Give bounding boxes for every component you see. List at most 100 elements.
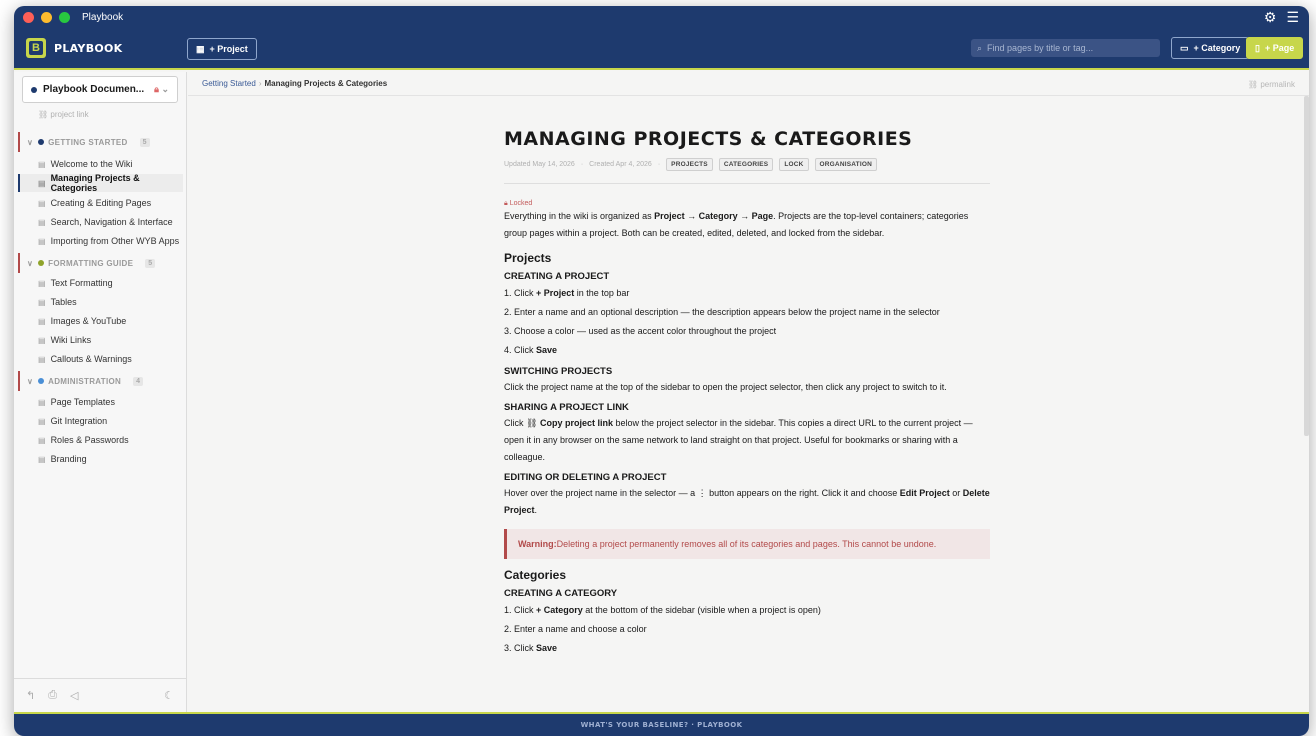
sidebar-item-git-integration[interactable]: ▤ Git Integration bbox=[38, 414, 107, 428]
switching-paragraph: Click the project name at the top of the… bbox=[504, 382, 947, 392]
heading-categories: Categories bbox=[504, 568, 567, 582]
sidebar-item-welcome[interactable]: ▤ Welcome to the Wiki bbox=[38, 157, 132, 171]
document-icon: ▤ bbox=[38, 297, 46, 307]
sidebar-item-text-formatting[interactable]: ▤ Text Formatting bbox=[38, 276, 113, 290]
sidebar-item-branding[interactable]: ▤ Branding bbox=[38, 452, 87, 466]
breadcrumb-parent[interactable]: Getting Started bbox=[202, 79, 256, 88]
document-icon: ▤ bbox=[38, 316, 46, 326]
sidebar-item-managing-projects[interactable]: ▤ Managing Projects & Categories bbox=[18, 173, 183, 193]
page-title: MANAGING PROJECTS & CATEGORIES bbox=[504, 128, 913, 150]
sidebar-item-page-templates[interactable]: ▤ Page Templates bbox=[38, 395, 115, 409]
heading-switching-projects: SWITCHING PROJECTS bbox=[504, 366, 613, 377]
divider bbox=[504, 183, 990, 184]
document-icon: ▤ bbox=[38, 435, 46, 445]
main-content: Getting Started › Managing Projects & Ca… bbox=[188, 72, 1309, 712]
link-icon: ⛓ bbox=[38, 110, 49, 119]
category-getting-started[interactable]: ∨ GETTING STARTED 5 bbox=[18, 132, 184, 152]
warning-callout: Warning: Deleting a project permanently … bbox=[504, 529, 990, 559]
category-color-dot bbox=[38, 139, 45, 145]
new-page-button[interactable]: ▯ + Page bbox=[1246, 37, 1304, 59]
copy-project-link[interactable]: ⛓ project link bbox=[38, 110, 89, 119]
app-header: B PLAYBOOK ▦ + Project ⌕ Find pages by t… bbox=[14, 28, 1309, 70]
heading-projects: Projects bbox=[504, 251, 552, 265]
back-icon[interactable]: ↰ bbox=[26, 689, 35, 702]
tag-lock[interactable]: LOCK bbox=[779, 158, 809, 171]
heading-creating-project: CREATING A PROJECT bbox=[504, 271, 610, 282]
project-color-dot bbox=[31, 86, 37, 93]
sidebar-item-wiki-links[interactable]: ▤ Wiki Links bbox=[38, 333, 91, 347]
page-icon: ▯ bbox=[1255, 42, 1260, 53]
breadcrumb: Getting Started › Managing Projects & Ca… bbox=[188, 72, 1309, 96]
tag-projects[interactable]: PROJECTS bbox=[666, 158, 713, 171]
sidebar-item-roles-passwords[interactable]: ▤ Roles & Passwords bbox=[38, 433, 129, 447]
lock-icon: 🔒︎ bbox=[154, 84, 159, 94]
title-bar: Playbook ⚙ ☰ bbox=[14, 6, 1309, 28]
heading-creating-category: CREATING A CATEGORY bbox=[504, 588, 618, 599]
breadcrumb-current: Managing Projects & Categories bbox=[264, 79, 388, 88]
lock-icon: 🔒︎ bbox=[504, 200, 508, 207]
document-icon: ▤ bbox=[38, 397, 46, 407]
extensions-icon[interactable]: ⚙ bbox=[1264, 9, 1277, 26]
logo-text: PLAYBOOK bbox=[54, 41, 123, 55]
document-icon: ▤ bbox=[38, 278, 46, 288]
list-item: 3. Click Save bbox=[504, 643, 558, 653]
minimize-window-button[interactable] bbox=[41, 11, 52, 23]
send-icon[interactable]: ◁ bbox=[70, 689, 78, 702]
list-item: 1. Click + Project in the top bar bbox=[504, 288, 630, 298]
sidebar-item-creating-pages[interactable]: ▤ Creating & Editing Pages bbox=[38, 196, 151, 210]
chevron-down-icon: ∨ bbox=[27, 376, 34, 386]
document-icon: ▤ bbox=[38, 416, 46, 426]
category-count: 4 bbox=[133, 376, 144, 386]
app-logo[interactable]: B PLAYBOOK bbox=[26, 38, 123, 58]
article: MANAGING PROJECTS & CATEGORIES Updated M… bbox=[504, 128, 990, 658]
sidebar-item-tables[interactable]: ▤ Tables bbox=[38, 295, 77, 309]
document-icon: ▤ bbox=[38, 159, 46, 169]
document-icon: ▤ bbox=[38, 236, 46, 246]
menu-icon[interactable]: ☰ bbox=[1286, 9, 1299, 26]
document-icon: ▤ bbox=[38, 178, 46, 188]
category-color-dot bbox=[38, 260, 45, 266]
sidebar-item-search-navigation[interactable]: ▤ Search, Navigation & Interface bbox=[38, 215, 173, 229]
heading-editing-deleting: EDITING OR DELETING A PROJECT bbox=[504, 472, 667, 483]
document-icon: ▤ bbox=[38, 354, 46, 364]
tag-organisation[interactable]: ORGANISATION bbox=[814, 158, 878, 171]
sidebar-item-images-youtube[interactable]: ▤ Images & YouTube bbox=[38, 314, 126, 328]
document-icon: ▤ bbox=[38, 335, 46, 345]
dark-mode-icon[interactable]: ☾ bbox=[164, 689, 174, 702]
folder-icon: ▭ bbox=[1180, 42, 1189, 53]
app-footer: WHAT'S YOUR BASELINE? · PLAYBOOK bbox=[14, 712, 1309, 736]
new-project-button[interactable]: ▦ + Project bbox=[187, 38, 257, 60]
scrollbar[interactable] bbox=[1304, 96, 1309, 436]
close-window-button[interactable] bbox=[23, 11, 34, 23]
project-selector[interactable]: Playbook Documen... 🔒︎ ⌄ bbox=[22, 76, 178, 103]
category-count: 5 bbox=[139, 137, 150, 147]
category-administration[interactable]: ∨ ADMINISTRATION 4 bbox=[18, 371, 184, 391]
sidebar-footer: ↰ ⎙ ◁ ☾ bbox=[14, 678, 186, 712]
project-name: Playbook Documen... bbox=[43, 84, 145, 95]
list-item: 2. Enter a name and an optional descript… bbox=[504, 307, 940, 317]
sidebar-item-importing[interactable]: ▤ Importing from Other WYB Apps bbox=[38, 234, 179, 248]
document-icon: ▤ bbox=[38, 217, 46, 227]
document-icon: ▤ bbox=[38, 454, 46, 464]
new-category-button[interactable]: ▭ + Category bbox=[1171, 37, 1250, 59]
page-meta: Updated May 14, 2026 · Created Apr 4, 20… bbox=[504, 158, 990, 171]
chevron-down-icon: ⌄ bbox=[161, 84, 169, 94]
creating-category-steps: 1. Click + Category at the bottom of the… bbox=[504, 601, 990, 658]
link-icon: ⛓ bbox=[526, 418, 538, 428]
search-input[interactable]: ⌕ Find pages by title or tag... bbox=[971, 39, 1160, 57]
chevron-down-icon: ∨ bbox=[27, 258, 34, 268]
tag-categories[interactable]: CATEGORIES bbox=[718, 158, 774, 171]
category-formatting-guide[interactable]: ∨ FORMATTING GUIDE 5 bbox=[18, 253, 184, 273]
list-item: 1. Click + Category at the bottom of the… bbox=[504, 605, 821, 615]
maximize-window-button[interactable] bbox=[59, 11, 70, 23]
heading-sharing-link: SHARING A PROJECT LINK bbox=[504, 402, 629, 413]
sidebar-item-callouts[interactable]: ▤ Callouts & Warnings bbox=[38, 352, 132, 366]
document-icon: ▤ bbox=[38, 198, 46, 208]
intro-paragraph: Everything in the wiki is organized as P… bbox=[504, 211, 969, 238]
updated-date: Updated May 14, 2026 bbox=[504, 161, 575, 168]
permalink-link[interactable]: ⛓ permalink bbox=[1248, 80, 1295, 89]
print-icon[interactable]: ⎙ bbox=[48, 689, 57, 702]
grid-icon: ▦ bbox=[196, 43, 205, 54]
window-title: Playbook bbox=[82, 11, 124, 23]
editing-paragraph: Hover over the project name in the selec… bbox=[504, 488, 990, 515]
